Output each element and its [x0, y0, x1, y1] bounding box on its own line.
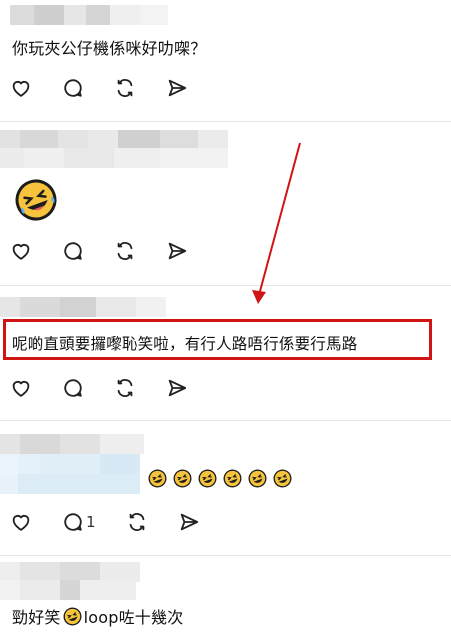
- blurred-username: [0, 562, 140, 582]
- send-icon: [168, 379, 187, 397]
- blurred-username: [0, 434, 144, 454]
- repost-button[interactable]: [126, 511, 148, 533]
- blurred-username: [0, 297, 166, 317]
- laughing-emoji-1: [148, 469, 167, 488]
- emoji-row: [147, 468, 293, 489]
- repost-icon: [117, 242, 133, 260]
- post-text-before: 勁好笑: [12, 608, 61, 627]
- post-text-after: loop咗十幾次: [83, 608, 184, 627]
- post-actions: [10, 240, 218, 262]
- repost-icon: [129, 513, 144, 531]
- blurred-text: [0, 454, 140, 474]
- divider: [0, 420, 451, 421]
- laughing-emoji: [63, 607, 82, 625]
- repost-icon: [117, 79, 133, 97]
- laughing-emoji-2: [173, 469, 192, 488]
- comment-icon: [64, 79, 82, 97]
- reply-button[interactable]: [62, 511, 84, 533]
- post-text: 你玩夾公仔機係咪好叻㗎？: [12, 39, 207, 58]
- heart-icon: [12, 381, 30, 397]
- post-actions: [10, 377, 218, 399]
- blurred-text: [0, 474, 140, 494]
- comment-icon: [64, 513, 82, 531]
- like-button[interactable]: [10, 511, 32, 533]
- share-button[interactable]: [166, 377, 188, 399]
- share-button[interactable]: [178, 511, 200, 533]
- post-actions: 1: [10, 511, 230, 533]
- blurred-username: [0, 580, 136, 600]
- repost-icon: [117, 379, 133, 397]
- laughing-emoji-5: [248, 469, 267, 488]
- divider: [0, 121, 451, 122]
- blurred-username: [0, 130, 228, 150]
- divider: [0, 285, 451, 286]
- like-button[interactable]: [10, 77, 32, 99]
- like-button[interactable]: [10, 377, 32, 399]
- rolling-laughing-emoji: [15, 179, 57, 221]
- send-icon: [168, 242, 187, 260]
- share-button[interactable]: [166, 77, 188, 99]
- laughing-emoji-6: [273, 469, 292, 488]
- repost-button[interactable]: [114, 240, 136, 262]
- heart-icon: [12, 515, 30, 531]
- reply-button[interactable]: [62, 77, 84, 99]
- repost-button[interactable]: [114, 77, 136, 99]
- repost-button[interactable]: [114, 377, 136, 399]
- blurred-username: [10, 5, 168, 25]
- laughing-emoji-4: [223, 469, 242, 488]
- divider: [0, 555, 451, 556]
- reply-count: 1: [86, 513, 96, 531]
- comment-icon: [64, 242, 82, 260]
- post-actions: [10, 77, 218, 99]
- post-text: 勁好笑 loop咗十幾次: [12, 604, 183, 628]
- comment-icon: [64, 379, 82, 397]
- heart-icon: [12, 81, 30, 97]
- share-button[interactable]: [166, 240, 188, 262]
- like-button[interactable]: [10, 240, 32, 262]
- send-icon: [168, 79, 187, 97]
- post-text: 呢啲直頭要攞嚟恥笑啦，有行人路唔行係要行馬路: [12, 335, 358, 353]
- blurred-username: [0, 148, 228, 168]
- laughing-emoji-3: [198, 469, 217, 488]
- heart-icon: [12, 244, 30, 260]
- reply-button[interactable]: [62, 377, 84, 399]
- reply-button[interactable]: [62, 240, 84, 262]
- send-icon: [180, 513, 198, 531]
